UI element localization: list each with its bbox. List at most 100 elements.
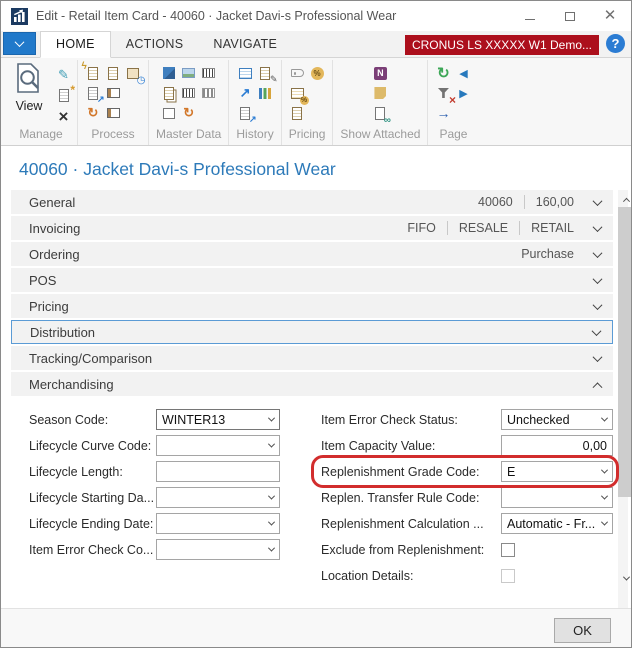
ledger-entries-icon[interactable] <box>237 65 254 82</box>
app-menu-button[interactable] <box>3 32 36 55</box>
note-arrow-icon[interactable] <box>85 85 102 102</box>
bar-chart-icon[interactable] <box>257 85 274 102</box>
refresh-icon[interactable] <box>435 65 452 82</box>
group-label-history: History <box>234 127 275 145</box>
ribbon-tab-row: HOME ACTIONS NAVIGATE CRONUS LS XXXXX W1… <box>1 31 631 58</box>
maximize-button[interactable] <box>563 9 577 23</box>
group-label-show-attached: Show Attached <box>338 127 422 145</box>
ok-button[interactable]: OK <box>554 618 611 643</box>
close-button[interactable]: ✕ <box>603 9 617 23</box>
item-error-check-status-field[interactable]: Unchecked <box>501 409 613 430</box>
chevron-down-icon <box>593 274 603 284</box>
chart-document-icon[interactable] <box>237 105 254 122</box>
lifecycle-ending-date-field[interactable] <box>156 513 280 534</box>
new-document-icon[interactable] <box>55 87 72 104</box>
copy-documents-icon[interactable] <box>160 85 177 102</box>
section-merchandising[interactable]: Merchandising <box>11 372 613 396</box>
view-button-label: View <box>16 99 43 113</box>
scroll-down-button[interactable] <box>618 570 632 586</box>
item-error-check-code-label: Item Error Check Co... <box>29 543 156 557</box>
previous-icon[interactable] <box>455 65 472 82</box>
section-tracking-comparison[interactable]: Tracking/Comparison <box>11 346 613 370</box>
ribbon-group-master-data: Master Data <box>149 60 229 145</box>
lifecycle-curve-code-field[interactable] <box>156 435 280 456</box>
onenote-icon[interactable]: N <box>372 65 389 82</box>
section-general[interactable]: General 40060160,00 <box>11 190 613 214</box>
group-label-page: Page <box>437 127 469 145</box>
item-error-check-code-field[interactable] <box>156 539 280 560</box>
item-capacity-value-field[interactable]: 0,00 <box>501 435 613 456</box>
scroll-up-button[interactable] <box>618 190 632 206</box>
refresh-orange-icon[interactable] <box>85 105 102 122</box>
image-icon[interactable] <box>180 65 197 82</box>
lifecycle-curve-code-label: Lifecycle Curve Code: <box>29 439 156 453</box>
window-title: Edit - Retail Item Card - 40060 · Jacket… <box>36 9 523 23</box>
chevron-down-icon <box>593 300 603 310</box>
edit-icon[interactable] <box>55 66 72 83</box>
exclude-from-replenishment-label: Exclude from Replenishment: <box>321 543 501 557</box>
barcode-icon[interactable] <box>200 65 217 82</box>
exclude-from-replenishment-checkbox[interactable] <box>501 543 515 557</box>
organization-icon[interactable] <box>200 85 217 102</box>
document-icon[interactable] <box>105 65 122 82</box>
price-list-icon[interactable] <box>289 105 306 122</box>
replenishment-grade-code-field[interactable]: E <box>501 461 613 482</box>
barcode-2-icon[interactable] <box>180 85 197 102</box>
ribbon-group-page: Page <box>428 60 478 145</box>
help-icon[interactable]: ? <box>606 34 625 53</box>
contact-card-icon[interactable] <box>105 85 122 102</box>
lifecycle-length-field[interactable] <box>156 461 280 482</box>
percent-icon[interactable]: % <box>309 65 326 82</box>
section-ordering[interactable]: Ordering Purchase <box>11 242 613 266</box>
go-to-icon[interactable] <box>435 105 452 122</box>
vertical-scrollbar[interactable] <box>618 190 628 608</box>
note-icon[interactable] <box>372 85 389 102</box>
attribute-box-icon[interactable] <box>160 105 177 122</box>
tab-home[interactable]: HOME <box>40 31 111 58</box>
tab-actions[interactable]: ACTIONS <box>111 32 199 57</box>
retail-item-card-window: Edit - Retail Item Card - 40060 · Jacket… <box>0 0 632 648</box>
section-pricing[interactable]: Pricing <box>11 294 613 318</box>
next-icon[interactable] <box>455 85 472 102</box>
item-journal-icon[interactable] <box>85 65 102 82</box>
style-icon[interactable] <box>160 65 177 82</box>
section-pos[interactable]: POS <box>11 268 613 292</box>
chevron-down-icon <box>601 467 608 474</box>
ribbon-group-show-attached: N Show Attached <box>333 60 428 145</box>
chevron-down-icon <box>268 493 275 500</box>
discount-table-icon[interactable] <box>289 85 306 102</box>
price-tag-icon[interactable] <box>289 65 306 82</box>
page-title: 40060 · Jacket Davi-s Professional Wear <box>1 146 631 189</box>
minimize-button[interactable] <box>523 9 537 23</box>
chevron-down-icon <box>601 519 608 526</box>
clear-filter-icon[interactable] <box>435 85 452 102</box>
season-code-field[interactable]: WINTER13 <box>156 409 280 430</box>
view-icon <box>16 63 42 98</box>
lifecycle-starting-date-field[interactable] <box>156 487 280 508</box>
lifecycle-ending-date-label: Lifecycle Ending Date: <box>29 517 156 531</box>
delete-icon[interactable] <box>55 108 72 125</box>
posted-document-icon[interactable] <box>257 65 274 82</box>
lifecycle-length-label: Lifecycle Length: <box>29 465 156 479</box>
item-capacity-value-label: Item Capacity Value: <box>321 439 501 453</box>
chevron-down-icon <box>593 352 603 362</box>
chevron-up-icon <box>593 382 603 392</box>
chevron-down-icon <box>593 222 603 232</box>
scrollbar-thumb[interactable] <box>618 207 632 497</box>
contact-card-2-icon[interactable] <box>105 105 122 122</box>
box-clock-icon[interactable] <box>125 65 142 82</box>
sync-icon[interactable] <box>180 105 197 122</box>
lifecycle-starting-date-label: Lifecycle Starting Da... <box>29 491 156 505</box>
chevron-down-icon <box>15 37 25 47</box>
replen-transfer-rule-code-field[interactable] <box>501 487 613 508</box>
ribbon: View Manage Process <box>1 58 631 146</box>
links-icon[interactable] <box>372 105 389 122</box>
section-invoicing[interactable]: Invoicing FIFORESALERETAIL <box>11 216 613 240</box>
line-chart-icon[interactable] <box>237 85 254 102</box>
replenishment-calculation-field[interactable]: Automatic - Fr... <box>501 513 613 534</box>
company-badge: CRONUS LS XXXXX W1 Demo... <box>405 35 599 55</box>
merchandising-form: Season Code: WINTER13 Lifecycle Curve Co… <box>11 398 613 591</box>
tab-navigate[interactable]: NAVIGATE <box>198 32 292 57</box>
section-distribution[interactable]: Distribution <box>11 320 613 344</box>
view-button[interactable]: View <box>10 63 48 113</box>
